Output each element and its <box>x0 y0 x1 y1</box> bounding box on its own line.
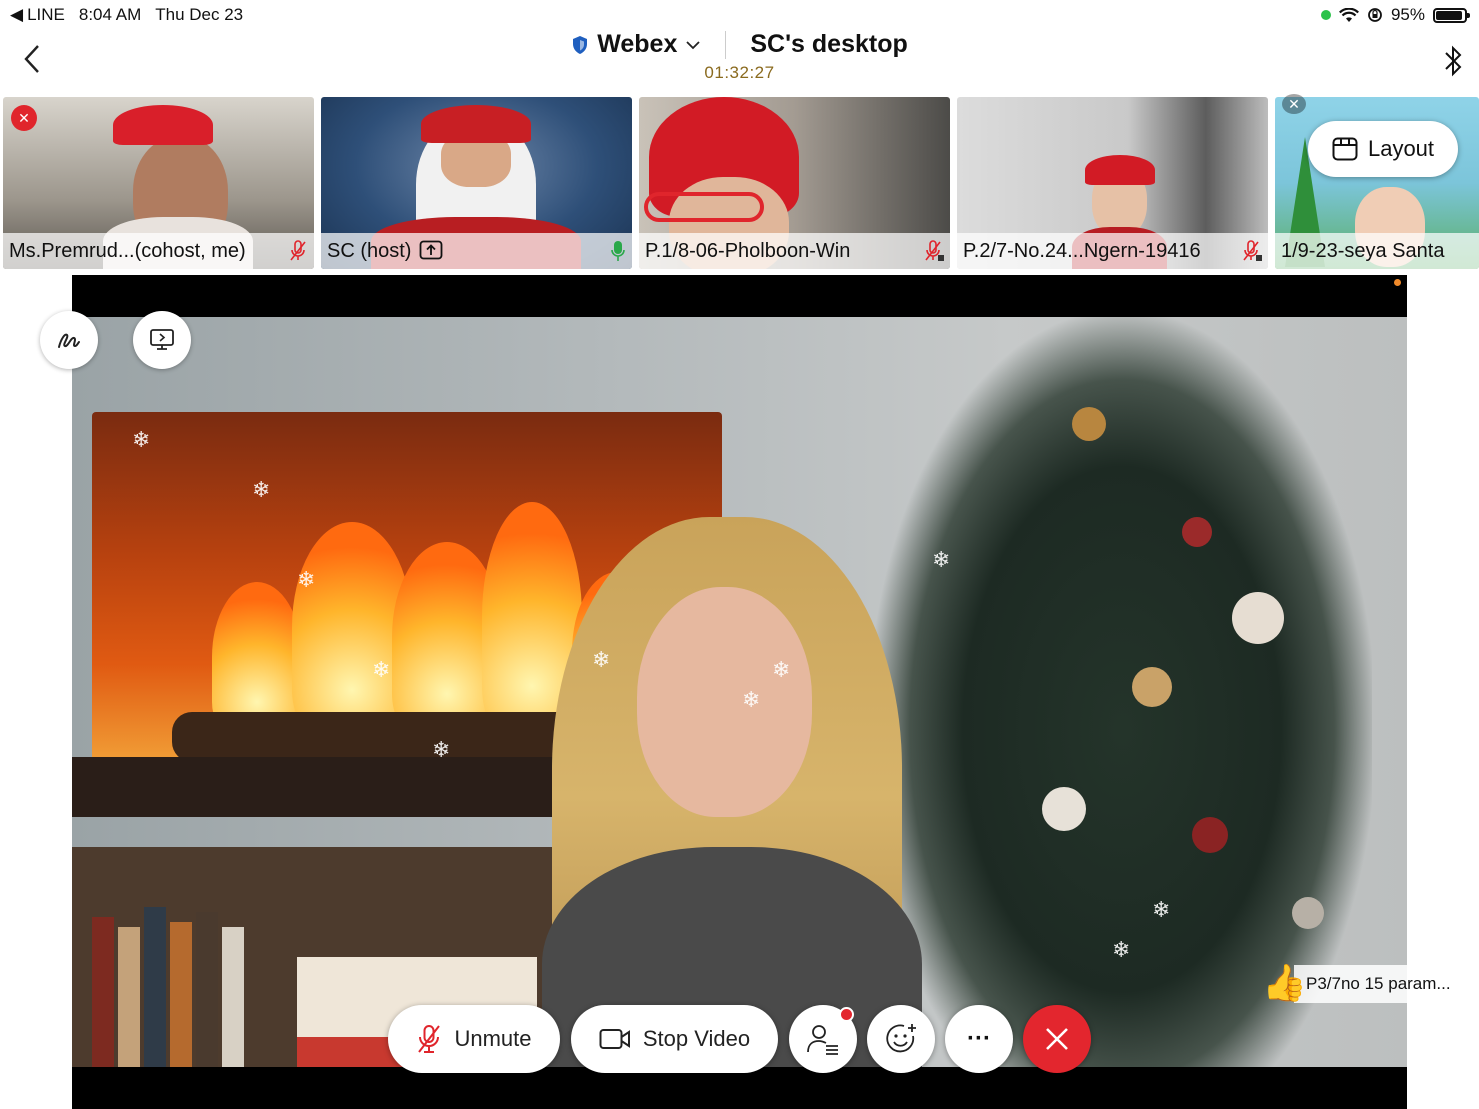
participant-name: P.1/8-06-Pholboon-Win <box>645 239 851 262</box>
muted-badge-icon: ✕ <box>11 105 37 131</box>
camera-in-use-icon <box>1320 10 1331 20</box>
meeting-controls: Unmute Stop Video ··· <box>0 1005 1479 1075</box>
share-title: SC's desktop <box>750 30 908 58</box>
presenter-video <box>512 517 942 1067</box>
close-icon <box>1046 1028 1068 1050</box>
annotate-icon <box>58 333 80 348</box>
chevron-down-icon <box>686 40 701 49</box>
notification-dot <box>839 1007 854 1022</box>
battery-icon <box>1433 7 1470 23</box>
more-options-button[interactable]: ··· <box>945 1005 1013 1073</box>
close-icon[interactable]: ✕ <box>1282 94 1306 114</box>
end-call-button[interactable] <box>1023 1005 1091 1073</box>
participant-strip: ✕ Ms.Premrud...(cohost, me) SC (host) P.… <box>3 97 1479 270</box>
participant-label: 1/9-23-seya Santa <box>1275 233 1479 269</box>
shield-icon <box>573 35 588 54</box>
participant-name: Ms.Premrud...(cohost, me) <box>9 239 246 262</box>
meeting-timer: 01:32:27 <box>704 63 775 82</box>
mic-muted-locked-icon <box>1243 240 1262 261</box>
thumbs-up-icon: 👍 <box>1262 962 1307 1003</box>
participant-tile[interactable]: ✕ Ms.Premrud...(cohost, me) <box>3 97 314 269</box>
layout-label: Layout <box>1367 136 1435 161</box>
participant-label: P.1/8-06-Pholboon-Win <box>639 233 950 269</box>
bluetooth-icon[interactable] <box>1441 44 1465 78</box>
participants-icon <box>807 1025 838 1055</box>
reactions-icon <box>886 1024 916 1053</box>
header-divider <box>725 30 727 59</box>
meeting-app-menu[interactable]: Webex <box>571 30 701 59</box>
participant-name: SC (host) <box>327 239 412 262</box>
unmute-label: Unmute <box>454 1026 532 1051</box>
participants-button[interactable] <box>789 1005 857 1073</box>
sharing-icon <box>420 240 443 260</box>
wifi-icon <box>1338 7 1359 22</box>
status-time: 8:04 AM <box>78 5 142 24</box>
participant-tile[interactable]: P.2/7-No.24...Ngern-19416 <box>957 97 1268 269</box>
reactions-button[interactable] <box>867 1005 935 1073</box>
back-to-app[interactable]: ◀ LINE <box>10 5 65 25</box>
video-camera-icon <box>599 1029 630 1049</box>
back-app-label: LINE <box>27 5 65 24</box>
share-screen-button[interactable] <box>133 311 191 369</box>
participant-label: SC (host) <box>321 233 632 269</box>
participant-tile[interactable]: SC (host) <box>321 97 632 269</box>
mic-muted-locked-icon <box>925 240 944 261</box>
meeting-header: Webex SC's desktop 01:32:27 <box>0 30 1479 92</box>
more-icon: ··· <box>967 1025 991 1052</box>
participant-name: 1/9-23-seya Santa <box>1281 239 1445 262</box>
unmute-button[interactable]: Unmute <box>388 1005 560 1073</box>
mic-muted-icon <box>290 240 306 261</box>
recording-indicator-icon <box>1394 279 1401 286</box>
layout-button[interactable]: Layout <box>1308 121 1458 177</box>
stop-video-button[interactable]: Stop Video <box>571 1005 778 1073</box>
mic-active-icon <box>611 241 625 261</box>
stop-video-label: Stop Video <box>642 1026 751 1051</box>
status-bar: ◀ LINE 8:04 AM Thu Dec 23 95% <box>0 0 1479 30</box>
share-screen-icon <box>150 329 174 350</box>
mic-muted-icon <box>418 1025 441 1053</box>
orientation-lock-icon <box>1368 8 1382 22</box>
participant-label: Ms.Premrud...(cohost, me) <box>3 233 314 269</box>
participant-name: P.2/7-No.24...Ngern-19416 <box>963 239 1201 262</box>
annotate-button[interactable] <box>40 311 98 369</box>
reaction-text: P3/7no 15 param... <box>1294 965 1479 1003</box>
participant-label: P.2/7-No.24...Ngern-19416 <box>957 233 1268 269</box>
back-triangle-icon: ◀ <box>10 5 24 24</box>
layout-icon <box>1332 137 1358 161</box>
status-date: Thu Dec 23 <box>155 5 244 24</box>
shared-screen-stage: ❄ ❄ ❄ ❄ ❄ ❄ ❄ ❄ ❄ ❄ ❄ <box>72 275 1407 1109</box>
reaction-toast: P3/7no 15 param... 👍 <box>1262 963 1479 1003</box>
participant-tile[interactable]: P.1/8-06-Pholboon-Win <box>639 97 950 269</box>
shared-video: ❄ ❄ ❄ ❄ ❄ ❄ ❄ ❄ ❄ ❄ ❄ <box>72 317 1407 1067</box>
battery-percent: 95% <box>1390 5 1425 24</box>
app-name: Webex <box>597 30 678 58</box>
